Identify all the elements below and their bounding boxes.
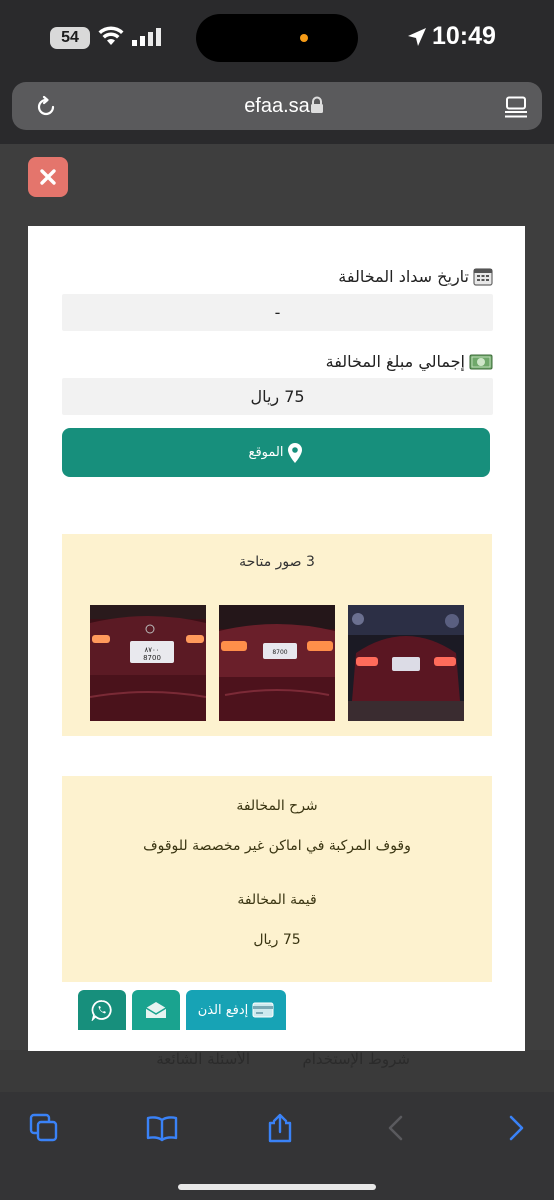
violation-value: 75 ريال [253,932,301,948]
dynamic-island [196,14,358,62]
violation-value-heading: قيمة المخالفة [237,892,317,908]
payment-date-label-text: تاريخ سداد المخالفة [338,266,469,286]
email-share-button[interactable] [132,990,180,1030]
pay-button[interactable]: إدفع الذن [186,990,286,1030]
browser-address-area: efaa.sa [0,78,554,144]
whatsapp-share-button[interactable] [78,990,126,1030]
svg-text:8700: 8700 [143,654,161,662]
faq-link[interactable]: الأسئلة الشائعة [156,1050,250,1068]
calendar-icon [473,268,493,286]
svg-text:8700: 8700 [272,649,287,656]
photos-panel: 3 صور متاحة ٨٧٠٠ 8700 8700 [62,534,492,736]
back-icon[interactable] [380,1112,412,1144]
car-rear-plate-image: 8700 [219,605,335,721]
location-button[interactable]: الموقع [62,428,490,477]
description-text: وقوف المركبة في اماكن غير مخصصة للوقوف [143,838,411,854]
battery-indicator: 54 [50,27,90,49]
violation-description-panel: شرح المخالفة وقوف المركبة في اماكن غير م… [62,776,492,982]
lock-icon [311,96,323,113]
violation-photo-2[interactable]: 8700 [219,605,335,721]
bookmarks-icon[interactable] [146,1112,178,1144]
clock: 10:49 [432,22,496,50]
location-button-label: الموقع [248,445,284,460]
car-street-view-image [348,605,464,721]
close-icon [40,169,56,185]
violation-photo-1[interactable]: ٨٧٠٠ 8700 [90,605,206,721]
envelope-open-icon [145,1002,167,1018]
status-bar: 54 10:49 [0,0,554,78]
credit-card-icon [252,1002,274,1018]
address-bar[interactable]: efaa.sa [12,82,542,130]
photos-count-title: 3 صور متاحة [239,554,315,570]
money-icon [469,354,493,369]
wifi-icon [98,26,124,45]
location-arrow-icon [408,28,426,46]
pay-button-label: إدفع الذن [197,1002,249,1018]
share-icon[interactable] [264,1112,296,1144]
payment-date-value: - [62,294,493,331]
close-button[interactable] [28,157,68,197]
terms-link[interactable]: شروط الإستخدام [302,1050,410,1068]
privacy-indicator-dot [300,34,308,42]
map-pin-icon [288,442,303,463]
violation-photo-3[interactable] [348,605,464,721]
description-heading: شرح المخالفة [236,798,318,814]
page-menu-icon[interactable] [504,96,528,118]
total-amount-label-text: إجمالي مبلغ المخالفة [325,352,465,371]
violation-details-modal: تاريخ سداد المخالفة - إجمالي مبلغ المخال… [28,226,525,1051]
total-amount-value: 75 ريال [62,378,493,415]
home-indicator [178,1184,376,1190]
svg-text:٨٧٠٠: ٨٧٠٠ [144,646,159,654]
tabs-icon[interactable] [28,1112,60,1144]
url-text: efaa.sa [244,95,310,117]
whatsapp-icon [91,1000,112,1021]
total-amount-label: إجمالي مبلغ المخالفة [326,352,493,371]
forward-icon[interactable] [500,1112,532,1144]
cellular-signal-icon [132,28,161,46]
page-footer-band [0,1050,554,1092]
car-rear-closeup-image: ٨٧٠٠ 8700 [90,605,206,721]
payment-date-label: تاريخ سداد المخالفة [338,266,493,286]
